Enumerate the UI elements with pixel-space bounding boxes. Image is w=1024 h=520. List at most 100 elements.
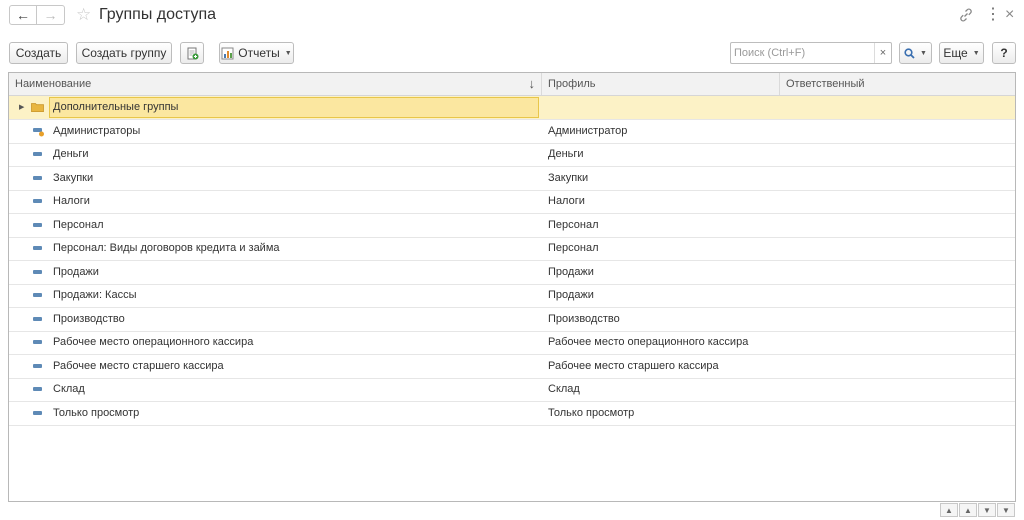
double-chevron-up-icon: ▲ — [945, 505, 953, 515]
access-group-icon — [33, 340, 42, 344]
cell-name: Только просмотр — [53, 406, 140, 419]
cell-name: Администраторы — [53, 124, 141, 137]
table-row[interactable]: Только просмотр Только просмотр — [9, 402, 1015, 426]
column-header-name[interactable]: Наименование ↓ — [9, 73, 542, 95]
cell-profile: Персонал — [548, 242, 599, 254]
access-group-icon — [33, 152, 42, 156]
create-group-button-label: Создать группу — [81, 46, 167, 60]
reports-button[interactable]: Отчеты ▼ — [219, 42, 294, 64]
table-row[interactable]: Рабочее место старшего кассира Рабочее ме… — [9, 355, 1015, 379]
search-button[interactable]: ▼ — [899, 42, 932, 64]
cell-profile: Только просмотр — [548, 406, 635, 419]
create-group-button[interactable]: Создать группу — [76, 42, 172, 64]
access-group-icon — [33, 222, 42, 227]
table-row[interactable]: Склад Склад — [9, 378, 1015, 402]
cell-name: Продажи: Кассы — [53, 289, 137, 301]
table-row[interactable]: Персонал: Виды договоров кредита и займа… — [9, 237, 1015, 261]
arrow-left-icon: ← — [16, 7, 30, 23]
cell-profile: Склад — [548, 383, 580, 395]
star-icon[interactable]: ☆ — [76, 5, 91, 25]
cell-name: Продажи — [53, 265, 99, 278]
table-row[interactable]: Закупки Закупки — [9, 167, 1015, 191]
chevron-down-icon: ▼ — [920, 49, 927, 57]
cell-profile: Рабочее место операционного кассира — [548, 336, 749, 348]
table-row[interactable]: Персонал Персонал — [9, 214, 1015, 238]
go-to-top-button[interactable]: ▲ — [940, 503, 958, 517]
access-group-icon — [33, 363, 42, 368]
search-field[interactable]: × — [730, 42, 892, 64]
table-row[interactable]: Налоги Налоги — [9, 190, 1015, 214]
cell-name: Персонал: Виды договоров кредита и займа — [53, 242, 280, 254]
scroll-up-button[interactable]: ▲ — [959, 503, 977, 517]
cell-name: Налоги — [53, 195, 90, 207]
reports-button-label: Отчеты — [238, 46, 280, 60]
cell-profile: Администратор — [548, 124, 628, 137]
create-button-label: Создать — [15, 46, 62, 60]
access-groups-table[interactable]: Наименование ↓ Профиль Ответственный ▶ До… — [8, 72, 1016, 502]
access-group-icon — [33, 293, 42, 297]
back-button[interactable]: ← — [9, 5, 37, 25]
chevron-down-icon: ▼ — [983, 505, 991, 515]
column-header-label: Профиль — [548, 78, 596, 90]
export-button[interactable] — [180, 42, 204, 64]
cell-profile: Деньги — [548, 148, 584, 160]
cell-profile: Налоги — [548, 195, 585, 207]
help-button-label: ? — [1000, 46, 1008, 60]
chevron-down-icon: ▼ — [972, 49, 980, 57]
cell-name: Закупки — [53, 171, 94, 184]
more-button[interactable]: Еще ▼ — [939, 42, 984, 64]
go-to-bottom-button[interactable]: ▼ — [997, 503, 1015, 517]
double-chevron-down-icon: ▼ — [1002, 505, 1010, 515]
cell-name: Рабочее место операционного кассира — [53, 336, 254, 348]
cell-profile: Производство — [548, 312, 620, 325]
sort-arrow-icon: ↓ — [528, 76, 536, 91]
clear-search-button[interactable]: × — [874, 43, 891, 63]
table-row[interactable]: Рабочее место операционного кассира Рабоч… — [9, 331, 1015, 355]
table-row[interactable]: Продажи Продажи — [9, 261, 1015, 285]
expand-arrow-icon[interactable]: ▶ — [19, 96, 24, 119]
more-button-label: Еще — [943, 46, 968, 60]
cell-name: Производство — [53, 312, 125, 325]
table-row[interactable]: Деньги Деньги — [9, 143, 1015, 167]
report-icon — [221, 47, 234, 59]
export-icon — [187, 47, 198, 59]
window-titlebar: ← → ☆ Группы доступа ⋮ × — [0, 0, 1024, 34]
cell-profile: Рабочее место старшего кассира — [548, 359, 719, 372]
search-input[interactable] — [731, 43, 872, 63]
cell-profile: Закупки — [548, 171, 589, 184]
access-group-icon — [33, 175, 42, 180]
link-icon[interactable] — [958, 7, 974, 23]
cell-profile: Продажи — [548, 289, 594, 301]
create-button[interactable]: Создать — [9, 42, 68, 64]
help-button[interactable]: ? — [992, 42, 1016, 64]
table-row[interactable]: ▶ Дополнительные группы — [9, 96, 1015, 120]
column-header-label: Ответственный — [786, 78, 865, 90]
column-header-profile[interactable]: Профиль — [542, 73, 780, 95]
cell-name: Персонал — [53, 218, 104, 231]
cell-name: Дополнительные группы — [53, 101, 179, 113]
more-vertical-icon[interactable]: ⋮ — [985, 6, 1001, 24]
table-row[interactable]: Администраторы Администратор — [9, 120, 1015, 144]
forward-button[interactable]: → — [37, 5, 65, 25]
search-icon — [904, 47, 915, 59]
arrow-right-icon: → — [43, 7, 58, 23]
scroll-down-button[interactable]: ▼ — [978, 503, 996, 517]
cell-name: Деньги — [53, 148, 89, 160]
access-group-icon — [33, 246, 42, 250]
column-header-responsible[interactable]: Ответственный — [780, 73, 1015, 95]
column-header-label: Наименование — [15, 78, 92, 90]
admin-group-icon — [33, 127, 44, 136]
chevron-down-icon: ▼ — [284, 49, 292, 57]
chevron-up-icon: ▲ — [964, 505, 972, 515]
access-group-icon — [33, 410, 42, 415]
table-row[interactable]: Продажи: Кассы Продажи — [9, 284, 1015, 308]
close-icon[interactable]: × — [1005, 6, 1019, 24]
cell-profile: Персонал — [548, 218, 599, 231]
cell-name: Рабочее место старшего кассира — [53, 359, 224, 372]
access-group-icon — [33, 269, 42, 274]
cell-profile: Продажи — [548, 265, 594, 278]
access-group-icon — [33, 199, 42, 203]
table-row[interactable]: Производство Производство — [9, 308, 1015, 332]
table-header: Наименование ↓ Профиль Ответственный — [9, 73, 1015, 96]
page-title: Группы доступа — [99, 6, 217, 23]
